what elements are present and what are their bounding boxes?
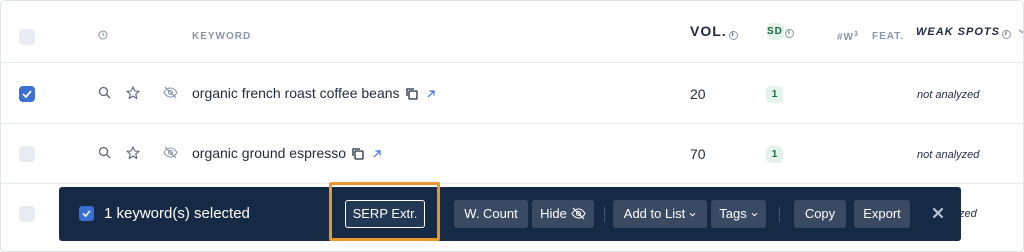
export-button[interactable]: Export (854, 200, 910, 228)
table-row[interactable]: organic french roast coffee beans 20 1 n… (1, 64, 1023, 124)
sd-header-label: SD (767, 26, 783, 37)
copy-icon[interactable] (351, 147, 364, 160)
tags-label: Tags (719, 206, 747, 221)
clock-icon (98, 30, 108, 40)
keyword-cell: organic french roast coffee beans (192, 85, 436, 101)
info-icon: i (1001, 30, 1011, 39)
table-row[interactable]: organic ground espresso 70 1 not analyze… (1, 124, 1023, 184)
weak-spots-header-label: WEAK SPOTS (916, 26, 1000, 38)
table-header: KEYWORD VOL. i SD i #W3 FEAT. WEAK SPOTS i (1, 1, 1023, 63)
row-checkbox[interactable] (19, 146, 35, 162)
sd-column-header[interactable]: SD i (767, 23, 794, 40)
volume-cell: 70 (690, 146, 706, 162)
select-all-checkbox[interactable] (19, 29, 35, 45)
copy-button[interactable]: Copy (794, 200, 846, 228)
row-checkbox[interactable] (19, 206, 35, 222)
divider (604, 207, 605, 222)
eye-off-icon[interactable] (163, 146, 178, 159)
external-link-icon[interactable] (372, 149, 382, 159)
hide-button[interactable]: Hide (532, 200, 594, 228)
keyword-table: KEYWORD VOL. i SD i #W3 FEAT. WEAK SPOTS i … (0, 0, 1024, 252)
info-icon: i (728, 31, 738, 40)
sd-badge: 1 (766, 86, 783, 103)
eye-off-icon[interactable] (163, 86, 178, 99)
w3-header-sup: 3 (854, 31, 859, 38)
search-icon[interactable] (98, 86, 111, 99)
close-icon[interactable] (929, 204, 947, 222)
word-count-column-header[interactable]: #W3 (837, 31, 859, 43)
star-icon[interactable] (126, 146, 140, 160)
weak-spots-cell: not analyzed (917, 89, 980, 101)
checkmark-icon (22, 90, 32, 98)
bulk-select-checkbox[interactable] (79, 206, 94, 221)
weak-spots-column-header[interactable]: WEAK SPOTS i (916, 26, 1023, 39)
volume-column-header[interactable]: VOL. i (690, 23, 738, 40)
keyword-text: organic ground espresso (192, 145, 347, 161)
weak-spots-cell: zed (959, 208, 977, 220)
checkmark-icon (82, 210, 91, 217)
chevron-down-icon (751, 212, 758, 217)
copy-icon[interactable] (405, 87, 418, 100)
divider (779, 207, 780, 222)
keyword-cell: organic ground espresso (192, 145, 382, 161)
eye-off-icon (571, 207, 586, 220)
add-to-list-button[interactable]: Add to List (613, 200, 707, 228)
search-icon[interactable] (98, 146, 111, 159)
volume-header-label: VOL. (690, 23, 727, 39)
external-link-icon[interactable] (426, 89, 436, 99)
hide-button-label: Hide (540, 206, 567, 221)
keyword-text: organic french roast coffee beans (192, 85, 400, 101)
weak-spots-cell: not analyzed (917, 149, 980, 161)
star-icon[interactable] (126, 86, 140, 100)
word-count-button[interactable]: W. Count (454, 200, 528, 228)
chevron-down-icon (689, 212, 696, 217)
row-checkbox[interactable] (19, 86, 35, 102)
add-to-list-label: Add to List (623, 206, 686, 221)
tags-button[interactable]: Tags (711, 200, 766, 228)
features-column-header[interactable]: FEAT. (872, 31, 904, 42)
sd-badge: 1 (766, 146, 783, 163)
info-icon: i (784, 29, 794, 38)
selection-count: 1 keyword(s) selected (104, 205, 250, 222)
volume-cell: 20 (690, 86, 706, 102)
chevron-down-icon (1018, 29, 1023, 34)
highlight-box (329, 182, 440, 241)
w3-header-label: #W (837, 32, 854, 43)
keyword-column-header[interactable]: KEYWORD (192, 31, 251, 42)
bulk-action-bar: 1 keyword(s) selected SERP Extr. W. Coun… (59, 187, 961, 241)
